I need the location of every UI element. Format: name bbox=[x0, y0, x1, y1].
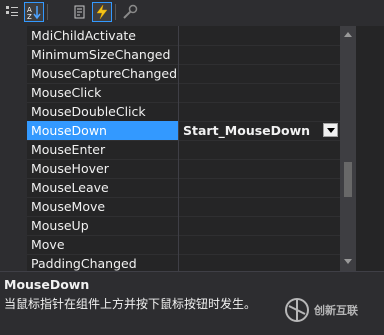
event-name[interactable]: MouseLeave bbox=[31, 178, 109, 197]
watermark: 创新互联 bbox=[284, 292, 380, 328]
chevron-down-icon bbox=[326, 127, 335, 133]
event-name[interactable]: MouseEnter bbox=[31, 140, 105, 159]
watermark-text: 创新互联 bbox=[314, 304, 358, 317]
row-gutter bbox=[0, 64, 27, 83]
row-gutter bbox=[0, 83, 27, 102]
event-row[interactable]: MouseClick bbox=[0, 83, 340, 103]
vertical-scrollbar[interactable] bbox=[340, 26, 356, 271]
event-name[interactable]: MouseMove bbox=[31, 197, 105, 216]
event-row[interactable]: MouseUp bbox=[0, 216, 340, 236]
event-row[interactable]: MouseCaptureChanged bbox=[0, 64, 340, 84]
event-row[interactable]: MdiChildActivate bbox=[0, 26, 340, 46]
scroll-down-icon[interactable] bbox=[344, 257, 352, 265]
row-gutter bbox=[0, 159, 27, 178]
row-gutter bbox=[0, 102, 27, 121]
categorized-icon bbox=[6, 6, 18, 16]
event-name[interactable]: MouseDown bbox=[31, 121, 107, 140]
event-name[interactable]: PaddingChanged bbox=[31, 254, 137, 271]
row-gutter bbox=[0, 26, 27, 45]
event-row[interactable]: MouseDoubleClick bbox=[0, 102, 340, 122]
event-name[interactable]: Move bbox=[31, 235, 65, 254]
event-row[interactable]: MouseLeave bbox=[0, 178, 340, 198]
scroll-up-icon[interactable] bbox=[344, 30, 352, 38]
row-gutter bbox=[0, 216, 27, 235]
properties-icon bbox=[74, 5, 85, 19]
properties-toolbar: A Z bbox=[0, 0, 384, 27]
event-row[interactable]: MinimumSizeChanged bbox=[0, 45, 340, 65]
event-row[interactable]: MouseEnter bbox=[0, 140, 340, 160]
categorized-button[interactable] bbox=[2, 2, 22, 22]
event-name[interactable]: MinimumSizeChanged bbox=[31, 45, 170, 64]
property-pages-icon bbox=[123, 4, 138, 19]
event-name[interactable]: MouseUp bbox=[31, 216, 89, 235]
handler-dropdown-button[interactable] bbox=[323, 123, 338, 137]
row-gutter bbox=[0, 235, 27, 254]
description-text: 当鼠标指针在组件上方并按下鼠标按钮时发生。 bbox=[4, 297, 257, 311]
row-gutter bbox=[0, 254, 27, 271]
svg-text:Z: Z bbox=[27, 13, 32, 20]
description-title: MouseDown bbox=[4, 277, 90, 292]
event-name[interactable]: MouseCaptureChanged bbox=[31, 64, 177, 83]
alphabetical-icon: A Z bbox=[27, 6, 41, 20]
event-row[interactable]: Move bbox=[0, 235, 340, 255]
event-row[interactable]: MouseHover bbox=[0, 159, 340, 179]
event-row[interactable]: PaddingChanged bbox=[0, 254, 340, 271]
event-name[interactable]: MouseHover bbox=[31, 159, 109, 178]
properties-button[interactable] bbox=[70, 2, 90, 22]
row-gutter bbox=[0, 121, 27, 140]
watermark-logo-icon bbox=[285, 298, 309, 322]
event-grid: MdiChildActivate MinimumSizeChanged MouseC… bbox=[0, 26, 340, 271]
row-gutter bbox=[0, 140, 27, 159]
events-icon bbox=[96, 4, 108, 20]
event-row[interactable]: MouseMove bbox=[0, 197, 340, 217]
event-handler-value[interactable]: Start_MouseDown bbox=[183, 121, 310, 140]
row-gutter bbox=[0, 45, 27, 64]
row-gutter bbox=[0, 178, 27, 197]
event-name[interactable]: MdiChildActivate bbox=[31, 26, 136, 45]
row-gutter bbox=[0, 197, 27, 216]
event-name[interactable]: MouseDoubleClick bbox=[31, 102, 146, 121]
event-row[interactable]: MouseDown Start_MouseDown bbox=[0, 121, 340, 141]
events-button[interactable] bbox=[92, 2, 112, 22]
event-name[interactable]: MouseClick bbox=[31, 83, 101, 102]
alphabetical-button[interactable]: A Z bbox=[24, 2, 44, 22]
property-pages-button[interactable] bbox=[120, 2, 140, 22]
scrollbar-thumb[interactable] bbox=[344, 162, 352, 197]
